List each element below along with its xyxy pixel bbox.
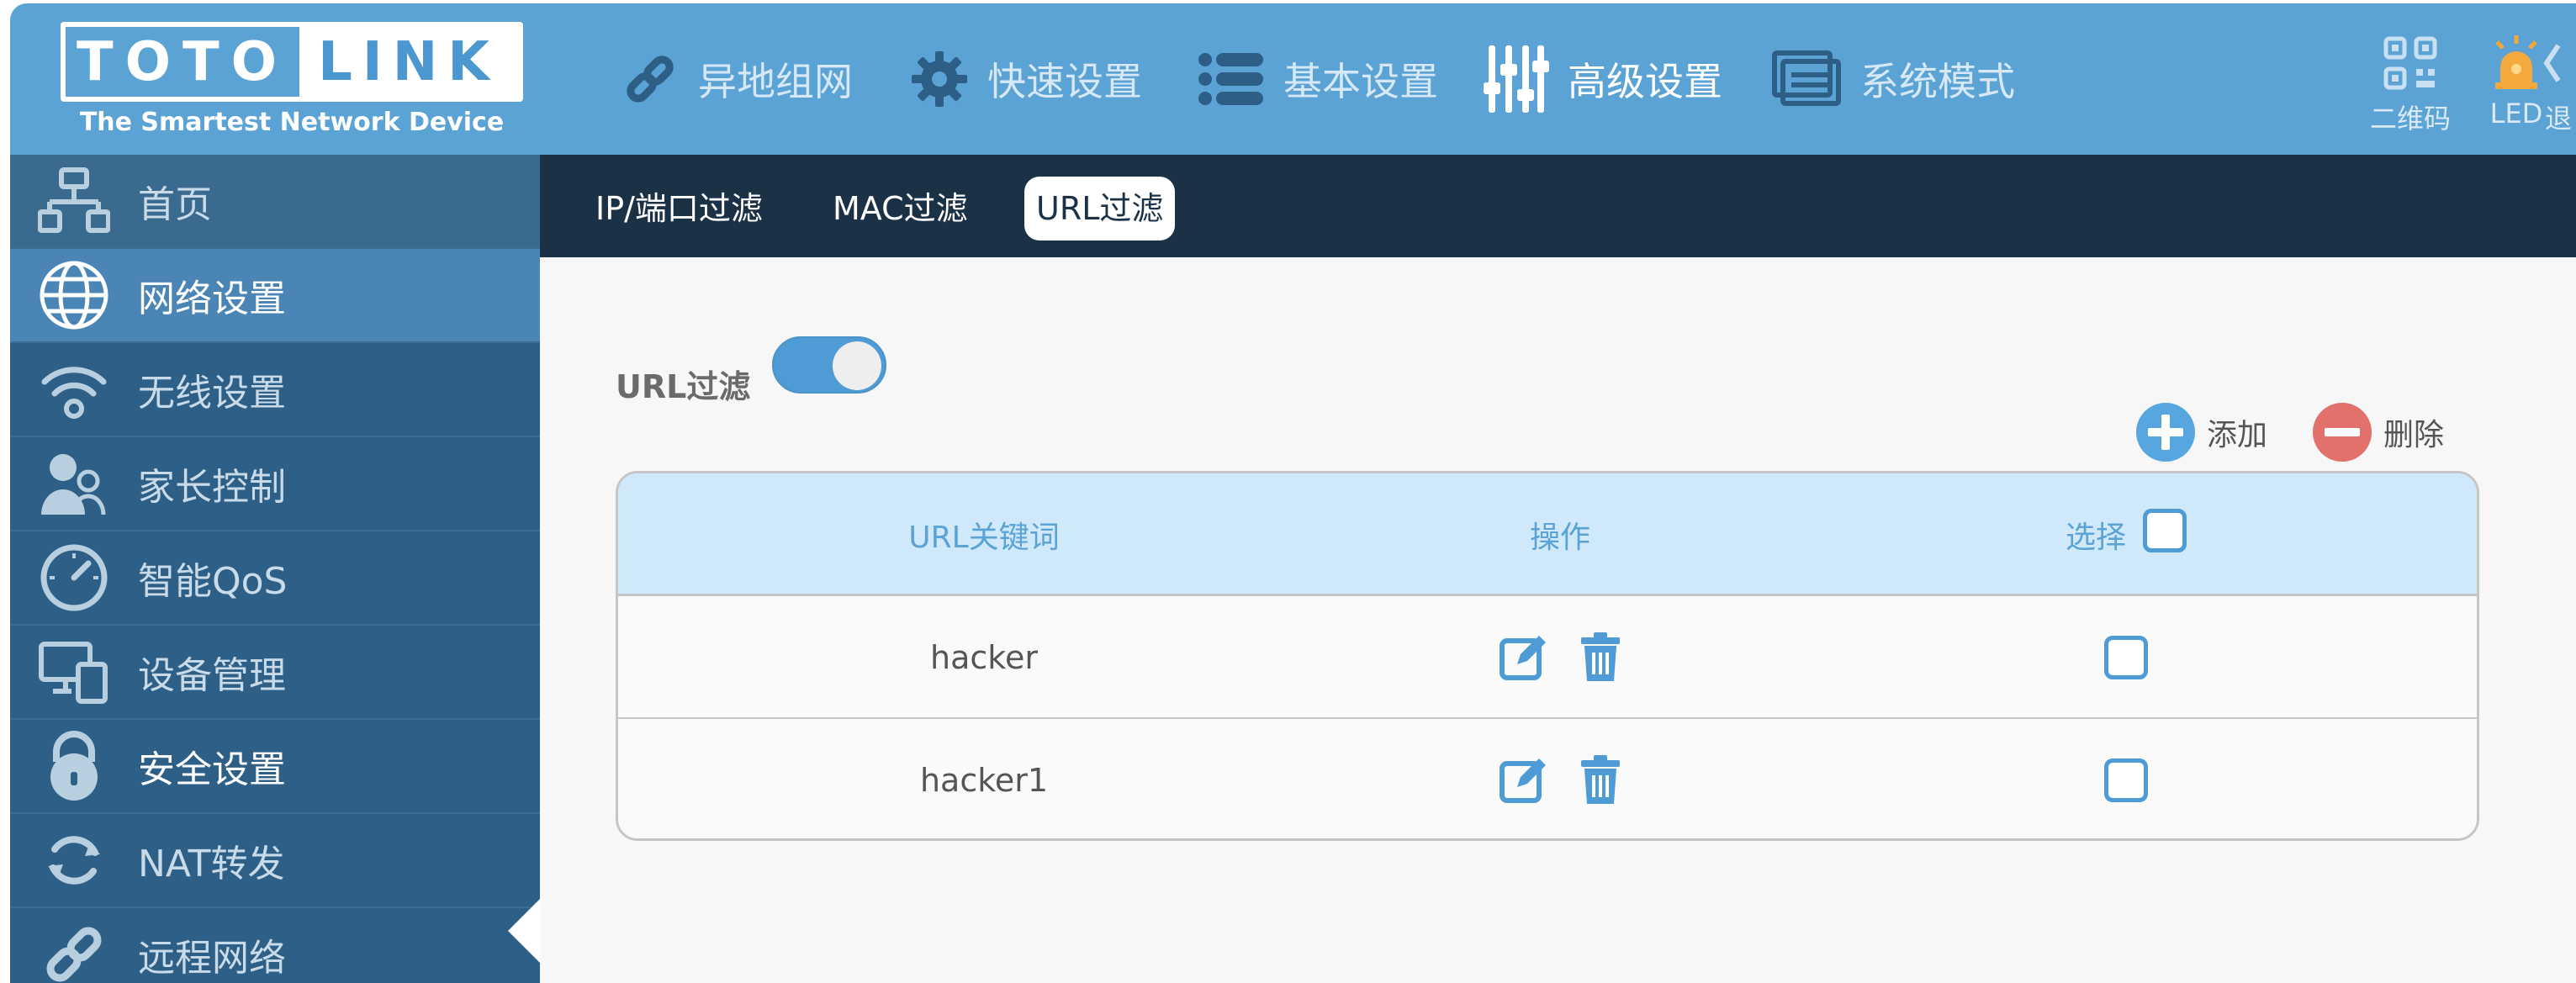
sidebar-item-label: 首页 [138, 183, 212, 226]
sidebar-item-wireless[interactable]: 无线设置 [10, 343, 540, 437]
tab-bar: IP/端口过滤 MAC过滤 URL过滤 [540, 155, 2576, 257]
sidebar-item-label: 设备管理 [138, 654, 286, 697]
gauge-icon [40, 544, 108, 611]
row-keyword: hacker1 [919, 762, 1049, 799]
sidebar-item-remote[interactable]: 远程网络 [10, 908, 540, 983]
mode-icon [1772, 50, 1841, 106]
topnav-basic-settings[interactable]: 基本设置 [1198, 37, 1438, 121]
toggle-knob [833, 341, 881, 390]
topnav-quick-setup[interactable]: 快速设置 [910, 37, 1142, 121]
topnav-label: 高级设置 [1568, 59, 1722, 104]
sidebar-item-label: 智能QoS [138, 560, 288, 603]
logo-text-right: LINK [299, 27, 518, 97]
url-filter-label: URL过滤 [616, 368, 751, 405]
select-all-checkbox[interactable] [2143, 509, 2187, 552]
column-header-keyword: URL关键词 [908, 521, 1060, 555]
add-label: 添加 [2207, 418, 2268, 452]
topnav-label: 基本设置 [1283, 59, 1438, 104]
gear-icon [912, 51, 967, 107]
topnav-system-mode[interactable]: 系统模式 [1771, 37, 2015, 121]
select-header-label: 选择 [2065, 521, 2126, 555]
brand-tagline: The Smartest Network Device [79, 108, 505, 137]
qrcode-label: 二维码 [2369, 103, 2451, 135]
table-row: hacker [618, 596, 2477, 719]
row-select [1770, 719, 2477, 838]
tab-ip-port-filter[interactable]: IP/端口过滤 [584, 177, 775, 240]
header-qrcode-button[interactable]: 二维码 [2360, 34, 2461, 136]
sidebar-item-security[interactable]: 安全设置 [10, 720, 540, 814]
sliders-icon [1484, 45, 1549, 113]
sidebar-item-label: 无线设置 [138, 372, 286, 415]
plus-icon [2136, 403, 2195, 462]
sidebar-item-label: 安全设置 [138, 748, 286, 791]
sidebar-item-parental[interactable]: 家长控制 [10, 437, 540, 531]
sidebar-item-nat[interactable]: NAT转发 [10, 814, 540, 908]
minus-icon [2313, 403, 2372, 462]
row-operations [1350, 596, 1770, 719]
sidebar-item-label: NAT转发 [138, 843, 285, 885]
link-icon [627, 55, 674, 103]
devices-icon [39, 642, 108, 704]
sidebar-item-device-mgmt[interactable]: 设备管理 [10, 626, 540, 720]
led-icon [2495, 35, 2537, 89]
lock-icon [50, 731, 98, 801]
sidebar-item-label: 远程网络 [138, 937, 286, 980]
topnav-advanced-settings[interactable]: 高级设置 [1482, 37, 1722, 121]
row-keyword: hacker [930, 639, 1038, 676]
topnav-label: 快速设置 [987, 59, 1142, 104]
trash-icon[interactable] [1579, 755, 1621, 806]
sidebar-item-network[interactable]: 网络设置 [10, 249, 540, 343]
top-header: TOTO LINK The Smartest Network Device 异地… [10, 3, 2576, 155]
main-content: IP/端口过滤 MAC过滤 URL过滤 URL过滤 添加 删除 URL关键词 操… [540, 155, 2576, 983]
logout-label: 退 [2544, 103, 2572, 135]
users-icon [41, 454, 106, 515]
delete-label: 删除 [2383, 418, 2445, 452]
add-button[interactable]: 添加 [2136, 399, 2267, 466]
url-filter-toggle[interactable] [772, 336, 886, 394]
sidebar-item-home[interactable]: 首页 [10, 155, 540, 249]
topnav-label: 系统模式 [1860, 59, 2015, 104]
qrcode-icon [2383, 36, 2437, 90]
row-checkbox[interactable] [2104, 758, 2148, 802]
refresh-icon [48, 836, 100, 885]
logout-icon [2543, 44, 2561, 82]
topnav-remote-network[interactable]: 异地组网 [621, 37, 853, 121]
tab-url-filter[interactable]: URL过滤 [1024, 177, 1176, 240]
list-icon [1198, 53, 1263, 105]
row-operations [1350, 719, 1770, 838]
sidebar: 首页 网络设置 无线设置 家长控制 智能QoS 设备管理 安全设置 NAT转发 … [10, 155, 550, 983]
column-header-select: 选择 [1770, 473, 2477, 596]
sidebar-item-label: 网络设置 [138, 277, 286, 320]
delete-button[interactable]: 删除 [2313, 399, 2444, 466]
row-checkbox[interactable] [2104, 636, 2148, 679]
tab-mac-filter[interactable]: MAC过滤 [821, 177, 980, 240]
table-row: hacker1 [618, 719, 2477, 838]
remote-icon [46, 927, 102, 982]
edit-icon[interactable] [1499, 632, 1549, 683]
table-header: URL关键词 操作 选择 [618, 473, 2477, 596]
header-logout-button[interactable]: 退 [2542, 34, 2575, 136]
brand-logo: TOTO LINK [61, 22, 523, 102]
logo-text-left: TOTO [66, 27, 299, 97]
home-network-icon [38, 167, 110, 233]
topnav-label: 异地组网 [698, 59, 853, 104]
edit-icon[interactable] [1499, 755, 1549, 806]
column-header-operation: 操作 [1529, 521, 1590, 555]
wifi-icon [41, 367, 107, 419]
sidebar-item-qos[interactable]: 智能QoS [10, 531, 540, 626]
led-label: LED [2489, 98, 2543, 129]
row-select [1770, 596, 2477, 719]
sidebar-item-label: 家长控制 [138, 466, 286, 509]
trash-icon[interactable] [1579, 632, 1621, 683]
url-filter-table: URL关键词 操作 选择 hacker hacker1 [616, 471, 2479, 841]
globe-icon [40, 261, 108, 330]
